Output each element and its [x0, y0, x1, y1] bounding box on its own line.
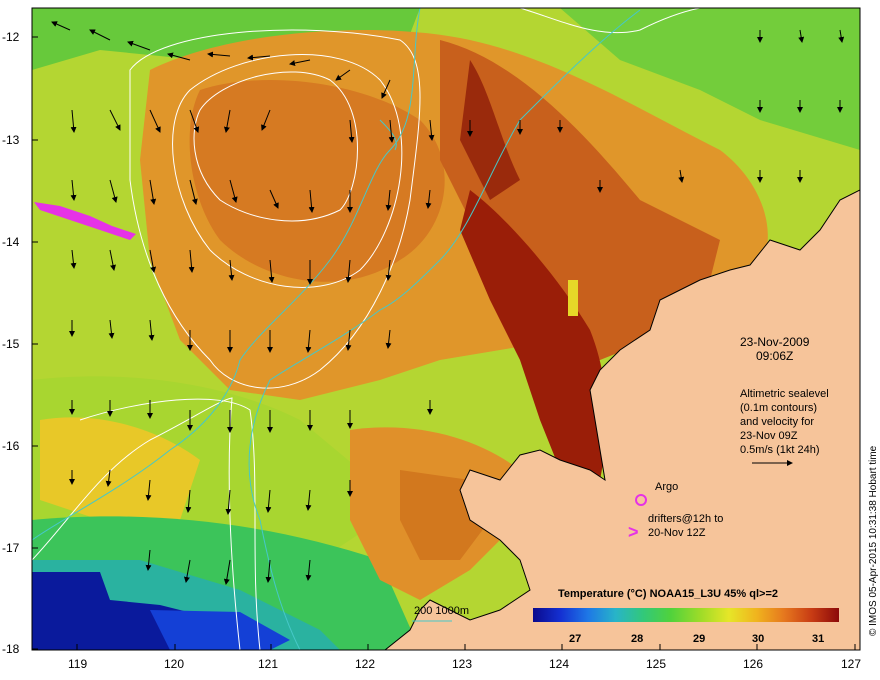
- x-tick-label: 121: [258, 657, 278, 671]
- x-tick-label: 119: [68, 657, 87, 671]
- altimetry-line-5: 0.5m/s (1kt 24h): [740, 444, 819, 456]
- drifter-marker: >: [628, 522, 639, 542]
- colorbar-tick-27: 27: [569, 633, 581, 645]
- x-tick-label: 120: [164, 657, 184, 671]
- x-tick-label: 125: [646, 657, 666, 671]
- map-date: 23-Nov-2009: [740, 335, 810, 349]
- x-tick-label: 126: [743, 657, 763, 671]
- y-tick-label: -14: [2, 235, 20, 249]
- y-tick-label: -16: [2, 439, 20, 453]
- x-tick-label: 123: [452, 657, 472, 671]
- y-tick-label: -13: [2, 133, 20, 147]
- altimetry-line-4: 23-Nov 09Z: [740, 430, 798, 442]
- x-tick-label: 124: [549, 657, 569, 671]
- argo-label: Argo: [655, 481, 678, 493]
- y-tick-label: -15: [2, 337, 20, 351]
- x-tick-label: 127: [841, 657, 861, 671]
- colorbar-tick-31: 31: [812, 633, 824, 645]
- drifters-line-2: 20-Nov 12Z: [648, 527, 706, 539]
- altimetry-line-1: Altimetric sealevel: [740, 388, 829, 400]
- altimetry-line-3: and velocity for: [740, 416, 814, 428]
- isobath-legend-label: 200 1000m: [414, 605, 469, 617]
- credit-text: © IMOS 05-Apr-2015 10:31:38 Hobart time: [868, 445, 879, 636]
- y-tick-label: -12: [2, 30, 20, 44]
- sst-map: > 23-Nov-2009 09:06Z Altimetric sealevel…: [2, 7, 879, 671]
- colorbar-tick-28: 28: [631, 633, 643, 645]
- y-tick-label: -18: [2, 642, 20, 656]
- altimetry-line-2: (0.1m contours): [740, 402, 817, 414]
- map-time: 09:06Z: [756, 349, 793, 363]
- colorbar-tick-30: 30: [752, 633, 764, 645]
- colorbar-title: Temperature (°C) NOAA15_L3U 45% ql>=2: [558, 588, 778, 600]
- colorbar-tick-29: 29: [693, 633, 705, 645]
- y-tick-label: -17: [2, 541, 20, 555]
- drifters-line-1: drifters@12h to: [648, 513, 723, 525]
- x-tick-label: 122: [355, 657, 375, 671]
- colorbar-ramp: [533, 608, 839, 622]
